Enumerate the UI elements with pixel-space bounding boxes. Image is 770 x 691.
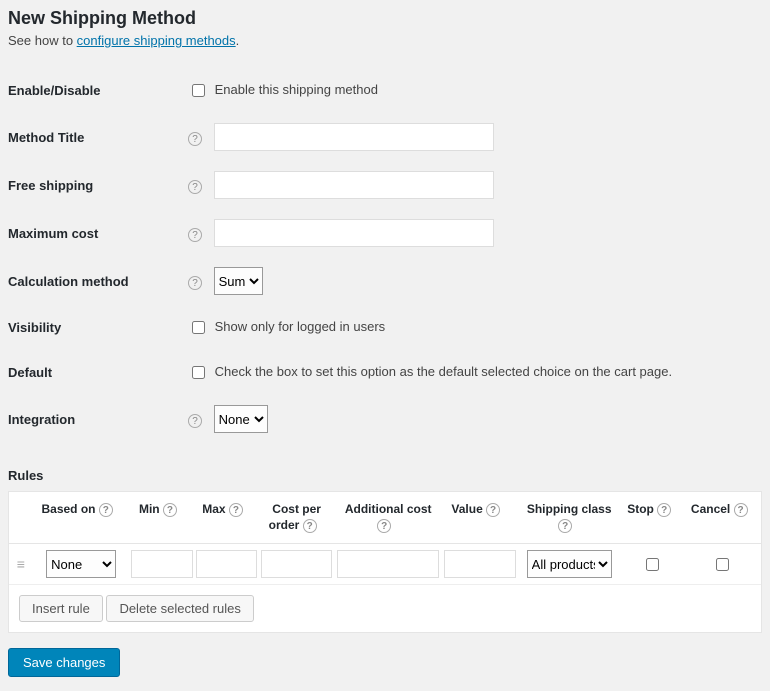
help-icon[interactable]: ? [188, 414, 202, 428]
help-icon[interactable]: ? [657, 503, 671, 517]
help-icon[interactable]: ? [558, 519, 572, 533]
col-max: Max ? [194, 492, 259, 544]
rules-heading: Rules [8, 468, 762, 483]
col-cost-per-order: Cost per order ? [259, 492, 334, 544]
default-checkbox[interactable] [192, 366, 205, 379]
visibility-label: Visibility [8, 305, 188, 350]
rule-max-input[interactable] [196, 550, 257, 578]
insert-rule-button[interactable]: Insert rule [19, 595, 103, 622]
integration-select[interactable]: None [214, 405, 268, 433]
method-title-label: Method Title [8, 113, 188, 161]
default-label: Default [8, 350, 188, 395]
help-icon[interactable]: ? [188, 228, 202, 242]
rule-min-input[interactable] [131, 550, 192, 578]
col-min: Min ? [130, 492, 195, 544]
col-additional-cost: Additional cost ? [334, 492, 442, 544]
col-value: Value ? [442, 492, 517, 544]
col-cancel: Cancel ? [686, 492, 761, 544]
help-icon[interactable]: ? [486, 503, 500, 517]
calculation-method-label: Calculation method [8, 257, 188, 305]
help-icon[interactable]: ? [377, 519, 391, 533]
help-icon[interactable]: ? [188, 132, 202, 146]
default-checkbox-label[interactable]: Check the box to set this option as the … [188, 364, 672, 379]
rule-cost-per-order-input[interactable] [261, 550, 333, 578]
free-shipping-label: Free shipping [8, 161, 188, 209]
enable-checkbox[interactable] [192, 84, 205, 97]
help-icon[interactable]: ? [229, 503, 243, 517]
configure-link[interactable]: configure shipping methods [77, 33, 236, 48]
calculation-method-select[interactable]: Sum [214, 267, 263, 295]
integration-label: Integration [8, 395, 188, 443]
rule-row: ≡ None All products [9, 544, 761, 585]
maximum-cost-label: Maximum cost [8, 209, 188, 257]
help-icon[interactable]: ? [734, 503, 748, 517]
free-shipping-input[interactable] [214, 171, 494, 199]
delete-rules-button[interactable]: Delete selected rules [106, 595, 253, 622]
help-icon[interactable]: ? [303, 519, 317, 533]
help-icon[interactable]: ? [99, 503, 113, 517]
drag-handle-icon[interactable]: ≡ [17, 556, 25, 572]
maximum-cost-input[interactable] [214, 219, 494, 247]
rule-based-on-select[interactable]: None [46, 550, 116, 578]
rule-stop-checkbox[interactable] [646, 558, 659, 571]
enable-label: Enable/Disable [8, 68, 188, 113]
col-stop: Stop ? [621, 492, 686, 544]
rule-shipping-class-select[interactable]: All products [527, 550, 612, 578]
method-title-input[interactable] [214, 123, 494, 151]
visibility-checkbox-label[interactable]: Show only for logged in users [188, 319, 385, 334]
rule-additional-cost-input[interactable] [337, 550, 439, 578]
col-based-on: Based on ? [33, 492, 130, 544]
help-icon[interactable]: ? [163, 503, 177, 517]
visibility-checkbox[interactable] [192, 321, 205, 334]
page-subhead: See how to configure shipping methods. [8, 33, 762, 48]
page-title: New Shipping Method [8, 8, 762, 29]
col-shipping-class: Shipping class ? [517, 492, 620, 544]
enable-checkbox-label[interactable]: Enable this shipping method [188, 82, 378, 97]
save-changes-button[interactable]: Save changes [8, 648, 120, 677]
rule-value-input[interactable] [444, 550, 516, 578]
help-icon[interactable]: ? [188, 180, 202, 194]
rules-table: Based on ? Min ? Max ? Cost per order ? … [8, 491, 762, 633]
rule-cancel-checkbox[interactable] [716, 558, 729, 571]
help-icon[interactable]: ? [188, 276, 202, 290]
